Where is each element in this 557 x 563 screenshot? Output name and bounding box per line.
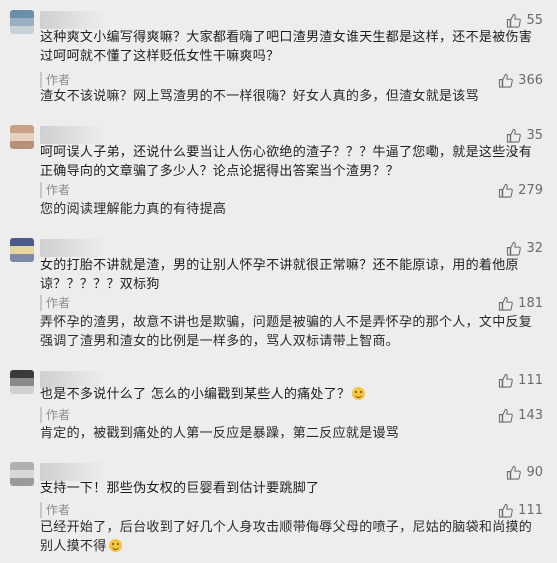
thumbs-up-icon — [506, 13, 522, 28]
author-reply-marker — [40, 72, 42, 88]
like-button[interactable]: 35 — [506, 127, 543, 143]
author-like-button[interactable]: 366 — [498, 72, 543, 88]
author-label: 作者 — [46, 73, 71, 87]
thumbs-up-icon — [506, 241, 522, 256]
avatar[interactable] — [10, 10, 34, 34]
comment-text: 支持一下！那些伪女权的巨婴看到估计要跳脚了 — [40, 481, 320, 496]
comment-item: 35 呵呵误人子弟，还说什么要当让人伤心欲绝的渣子？？？牛逼了您嘞，就是这些没有… — [0, 125, 557, 230]
author-reply-text: 您的阅读理解能力真的有待提高 — [40, 202, 227, 217]
thumbs-up-icon — [498, 183, 513, 198]
avatar[interactable] — [10, 238, 34, 262]
comment-list: 55 这种爽文小编写得爽嘛？大家都看嗨了吧口渣男渣女谁天生都是这样，还不是被伤害… — [0, 0, 557, 563]
comment-item: 32 女的打胎不讲就是渣，男的让别人怀孕不讲就很正常嘛？还不能原谅，用的着他原谅… — [0, 238, 557, 358]
thumbs-up-icon — [506, 128, 522, 143]
author-like-button[interactable]: 111 — [498, 502, 543, 518]
slightly-smiling-emoji-icon — [108, 538, 122, 552]
redacted-username — [40, 11, 106, 29]
redacted-username — [40, 463, 106, 481]
like-count: 111 — [518, 502, 543, 518]
avatar[interactable] — [10, 370, 34, 394]
thumbs-up-icon — [498, 503, 513, 518]
like-count: 181 — [518, 295, 543, 311]
author-reply-marker — [40, 407, 42, 423]
comment-text: 这种爽文小编写得爽嘛？大家都看嗨了吧口渣男渣女谁天生都是这样，还不是被伤害过呵呵… — [40, 30, 533, 64]
comment-item: 90 支持一下！那些伪女权的巨婴看到估计要跳脚了 作者 111 已经开始了，后台… — [0, 462, 557, 562]
like-count: 279 — [518, 182, 543, 198]
author-reply-text: 弄怀孕的渣男，故意不讲也是欺骗，问题是被骗的人不是弄怀孕的那个人，文中反复强调了… — [40, 315, 533, 349]
thumbs-up-icon — [498, 296, 513, 311]
comment-text-body: 也是不多说什么了 怎么的小编戳到某些人的痛处了？ — [40, 387, 351, 402]
like-count: 366 — [518, 72, 543, 88]
author-label: 作者 — [46, 296, 71, 310]
comment-item: 111 也是不多说什么了 怎么的小编戳到某些人的痛处了？ 作者 143 肯定的，… — [0, 370, 557, 450]
like-count: 143 — [518, 407, 543, 423]
like-count: 35 — [526, 127, 543, 143]
like-button[interactable]: 55 — [506, 12, 543, 28]
author-reply-text: 渣女不该说嘛？网上骂渣男的不一样很嗨？好女人真的多，但渣女就是该骂 — [40, 89, 479, 104]
slightly-smiling-emoji-icon — [352, 387, 366, 400]
author-label: 作者 — [46, 408, 71, 422]
thumbs-up-icon — [498, 73, 513, 88]
redacted-username — [40, 126, 106, 144]
comment-text: 女的打胎不讲就是渣，男的让别人怀孕不讲就很正常嘛？还不能原谅，用的着他原谅？？？… — [40, 258, 519, 292]
like-button[interactable]: 32 — [506, 240, 543, 256]
comment-text: 也是不多说什么了 怎么的小编戳到某些人的痛处了？ — [40, 386, 540, 405]
comment-item: 55 这种爽文小编写得爽嘛？大家都看嗨了吧口渣男渣女谁天生都是这样，还不是被伤害… — [0, 10, 557, 115]
author-label: 作者 — [46, 183, 71, 197]
author-like-button[interactable]: 181 — [498, 295, 543, 311]
thumbs-up-icon — [498, 408, 513, 423]
like-button[interactable]: 90 — [506, 464, 543, 480]
author-reply-text: 肯定的，被戳到痛处的人第一反应是暴躁，第二反应就是谩骂 — [40, 426, 400, 441]
author-label: 作者 — [46, 503, 71, 517]
redacted-username — [40, 239, 106, 257]
like-count: 90 — [526, 464, 543, 480]
author-reply-marker — [40, 182, 42, 198]
author-reply-text: 已经开始了，后台收到了好几个人身攻击顺带侮辱父母的喷子，尼姑的脑袋和尚摸的别人摸… — [40, 519, 540, 556]
author-like-button[interactable]: 143 — [498, 407, 543, 423]
author-like-button[interactable]: 279 — [498, 182, 543, 198]
avatar[interactable] — [10, 462, 34, 486]
avatar[interactable] — [10, 125, 34, 149]
like-count: 32 — [526, 240, 543, 256]
comment-text: 呵呵误人子弟，还说什么要当让人伤心欲绝的渣子？？？牛逼了您嘞，就是这些没有正确导… — [40, 145, 533, 179]
thumbs-up-icon — [506, 465, 522, 480]
author-reply-marker — [40, 295, 42, 311]
like-count: 55 — [526, 12, 543, 28]
author-reply-marker — [40, 502, 42, 518]
